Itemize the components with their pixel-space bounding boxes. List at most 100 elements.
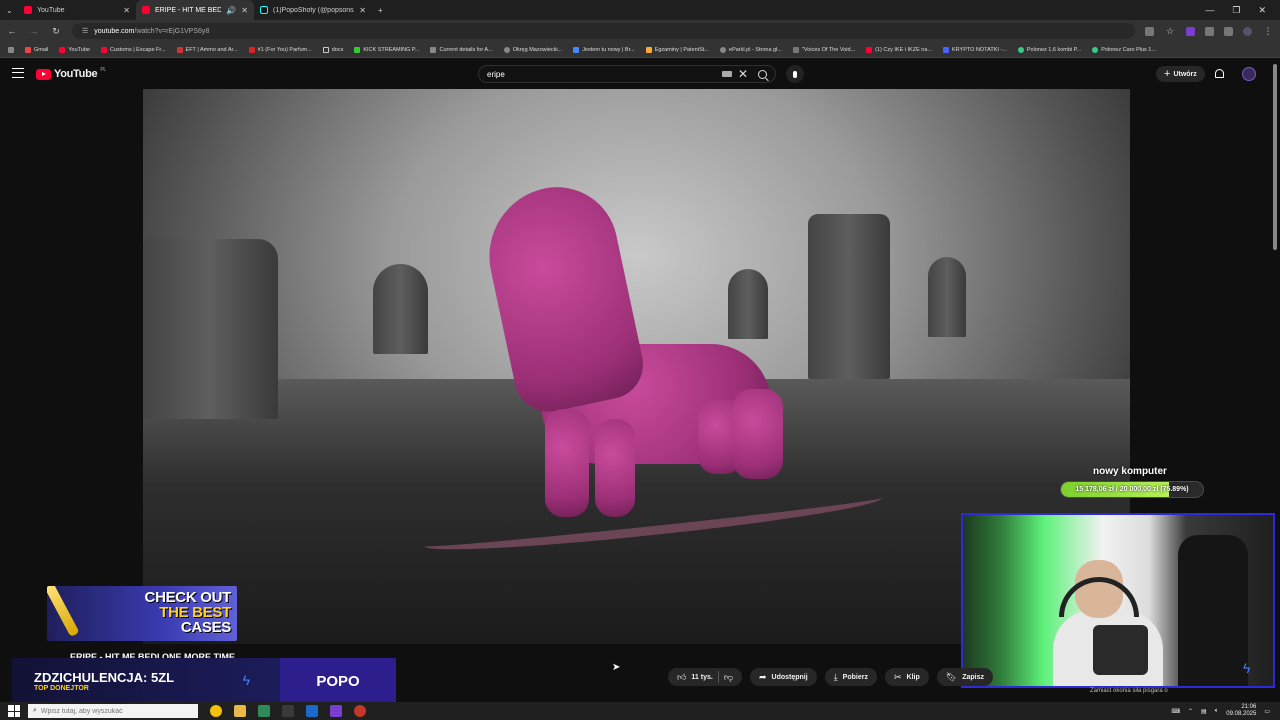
bolt-icon: ϟ	[242, 672, 250, 688]
volume-icon[interactable]: 🔈︎	[1215, 708, 1219, 715]
bookmark[interactable]: Polonez Caro Plus 1...	[1092, 46, 1156, 53]
maximize-icon[interactable]: ❐	[1232, 5, 1240, 16]
share-button[interactable]: ➦ Udostępnij	[749, 668, 817, 686]
clear-search-icon[interactable]: ✕	[738, 67, 748, 81]
bookmark[interactable]: Gmail	[25, 46, 48, 53]
extensions-puzzle-icon[interactable]	[1205, 26, 1214, 36]
promo-line: CASES	[180, 619, 231, 636]
close-icon[interactable]: ✕	[241, 6, 248, 15]
bookmark[interactable]: (1) Czy IKE i IKZE na...	[866, 46, 932, 53]
bookmark[interactable]: Customs | Escape Fr...	[101, 46, 166, 53]
bookmark-folder[interactable]: docs	[322, 46, 343, 53]
save-button[interactable]: 🔖︎ Zapisz	[936, 668, 993, 686]
keyboard-icon[interactable]: ⌨	[1171, 708, 1180, 715]
clock-date: 09.08.2025	[1226, 711, 1257, 717]
obs-app-icon[interactable]	[354, 705, 366, 717]
donation-goal-bar: 15 178,06 zł / 20 000,00 zł (75.89%)	[1060, 481, 1204, 498]
cast-icon[interactable]	[1145, 26, 1154, 36]
webcam-gaming-chair	[1178, 535, 1248, 686]
scrollbar-thumb[interactable]	[1273, 64, 1277, 250]
bookmarks-bar: Gmail YouTube Customs | Escape Fr... EFT…	[0, 42, 1280, 58]
like-count[interactable]: 11 tys.	[691, 674, 712, 681]
notifications-bell-icon[interactable]	[1215, 69, 1224, 78]
new-tab-button[interactable]: +	[372, 0, 389, 20]
search-icon[interactable]	[758, 69, 767, 79]
chat-snippet: Zamiast okonia siła pisgara o	[1090, 688, 1168, 694]
bookmark-icon: 🔖︎	[945, 671, 958, 682]
tab-search-button[interactable]: ⌄	[0, 0, 18, 20]
extension-icon[interactable]	[1186, 26, 1195, 36]
hamburger-menu-icon[interactable]	[12, 68, 24, 78]
bookmark[interactable]: EFT | Ammo and Ar...	[176, 46, 238, 53]
bookmark[interactable]: #1 (For You) Parfum...	[248, 46, 312, 53]
apps-icon[interactable]	[8, 46, 14, 53]
search-input[interactable]	[487, 69, 722, 79]
bookmark[interactable]: Okręg Mazowiecki...	[503, 46, 562, 53]
app-icon[interactable]	[282, 705, 294, 717]
thumbs-down-icon[interactable]: 👎︎	[724, 672, 733, 683]
file-explorer-icon[interactable]	[234, 705, 246, 717]
bookmark[interactable]: Egzaminy | PatentSt...	[645, 46, 709, 53]
bookmark[interactable]: Jestem tu nowy | Br...	[573, 46, 635, 53]
minimize-icon[interactable]: —	[1205, 5, 1214, 16]
bookmark[interactable]: Polonez 1,6 kombi P...	[1017, 46, 1081, 53]
youtube-play-icon	[36, 68, 51, 80]
tray-chevron-icon[interactable]: ⌃	[1188, 708, 1193, 715]
tab-title: ERIPE - HIT ME BEDI ONE M...	[155, 6, 222, 14]
keyboard-icon[interactable]	[721, 71, 732, 77]
clock[interactable]: 21:06 09.08.2025	[1226, 704, 1256, 718]
thumbs-up-icon[interactable]: 👍︎	[677, 672, 686, 683]
bookmark[interactable]: YouTube	[59, 46, 90, 53]
video-frame-gravestone	[808, 214, 890, 379]
create-button[interactable]: + Utwórz	[1156, 66, 1205, 82]
bookmark-star-icon[interactable]: ☆	[1164, 26, 1176, 37]
avatar[interactable]	[1242, 67, 1256, 81]
divider	[717, 671, 719, 683]
save-label: Zapisz	[962, 673, 984, 681]
profile-icon[interactable]	[1243, 26, 1252, 36]
bookmark[interactable]: eParkl.pl - Strona gł...	[720, 46, 782, 53]
promo-line: THE BEST	[159, 604, 231, 621]
network-icon[interactable]: ▤	[1201, 708, 1207, 715]
app-icon[interactable]	[330, 705, 342, 717]
download-button[interactable]: ⤓ Pobierz	[824, 668, 877, 686]
promo-banner: CHECK OUT THE BEST CASES	[47, 586, 237, 641]
bookmark[interactable]: KRYPTO NOTATKI -...	[942, 46, 1007, 53]
windows-start-icon[interactable]	[8, 705, 20, 717]
reload-icon[interactable]: ↻	[50, 26, 62, 37]
clip-button[interactable]: ✂ Klip	[884, 668, 929, 686]
streamer-webcam: ϟ	[961, 513, 1275, 688]
close-icon[interactable]: ✕	[359, 6, 366, 15]
tab-youtube[interactable]: YouTube ✕	[18, 0, 136, 20]
bookmark[interactable]: Current details for A...	[430, 46, 493, 53]
app-icon[interactable]	[258, 705, 270, 717]
sidebar-icon[interactable]	[1224, 26, 1233, 36]
close-icon[interactable]: ✕	[123, 6, 130, 15]
notifications-icon[interactable]: ▭	[1264, 708, 1270, 715]
steam-app-icon[interactable]	[306, 705, 318, 717]
youtube-favicon-icon	[142, 6, 150, 14]
speaker-icon[interactable]: 🔊	[226, 6, 236, 15]
forward-icon[interactable]: →	[28, 26, 40, 36]
region-code: PL	[100, 67, 106, 73]
site-info-icon[interactable]: ☰	[82, 27, 88, 35]
voice-search-button[interactable]	[786, 65, 804, 83]
youtube-masthead: YouTube PL ✕ + Utwórz	[0, 58, 1280, 90]
video-frame-gravestone	[143, 239, 278, 419]
close-window-icon[interactable]: ✕	[1258, 5, 1266, 16]
plus-icon: +	[1164, 68, 1171, 80]
url-field[interactable]: ☰ youtube.com/watch?v=rEjG1VPS6y8	[72, 23, 1135, 39]
bookmark[interactable]: "Voices Of The Void...	[792, 46, 855, 53]
video-frame-horse-leg	[733, 389, 783, 479]
back-icon[interactable]: ←	[6, 26, 18, 36]
youtube-logo[interactable]: YouTube PL	[36, 67, 106, 80]
create-label: Utwórz	[1173, 70, 1197, 78]
tab-tiktok[interactable]: (1)PopoShoty (@popsonshot) | ✕	[254, 0, 372, 20]
chrome-app-icon[interactable]	[210, 705, 222, 717]
video-frame-gravestone	[373, 264, 428, 354]
browser-menu-icon[interactable]: ⋮	[1262, 26, 1274, 37]
bookmark[interactable]: KICK STREAMING P...	[354, 46, 419, 53]
tab-video[interactable]: ERIPE - HIT ME BEDI ONE M... 🔊 ✕	[136, 0, 254, 20]
download-label: Pobierz	[842, 673, 868, 681]
taskbar-search-input[interactable]	[40, 707, 181, 715]
